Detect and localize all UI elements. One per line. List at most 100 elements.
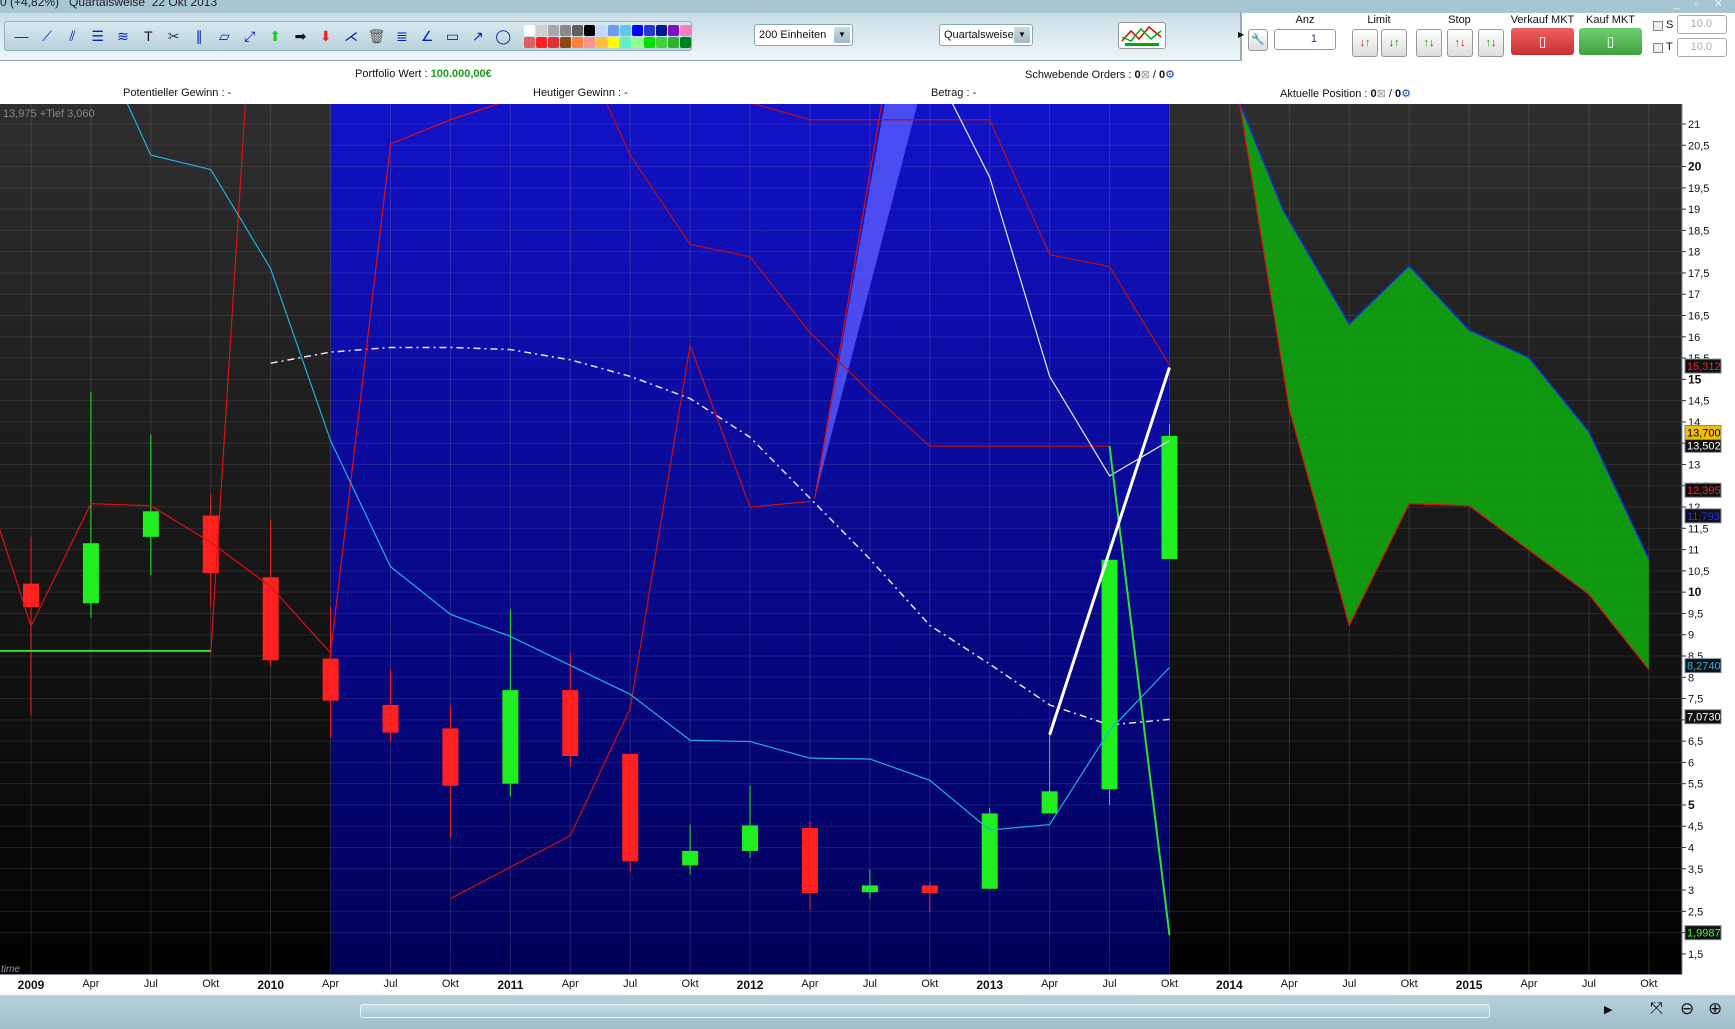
s-checkbox[interactable] xyxy=(1653,21,1663,31)
color-swatch[interactable] xyxy=(523,24,535,36)
price-chart[interactable]: 1,522,533,544,555,566,577,588,599,51010,… xyxy=(0,104,1735,974)
y-tick-label: 4 xyxy=(1688,843,1694,855)
color-swatch[interactable] xyxy=(607,36,619,48)
color-swatch[interactable] xyxy=(583,24,595,36)
s-value-input[interactable]: 10.0 xyxy=(1677,15,1727,34)
scrollbar-thumb[interactable] xyxy=(360,1004,1490,1018)
color-swatch[interactable] xyxy=(595,36,607,48)
wrench-icon[interactable]: 🔧 xyxy=(1248,29,1268,51)
x-tick-label: Jul xyxy=(1342,978,1357,990)
color-swatch[interactable] xyxy=(679,24,691,36)
arrow-up-icon[interactable]: ⬆ xyxy=(264,25,285,47)
x-tick-label: Okt xyxy=(202,978,220,990)
stop-label: Stop xyxy=(1448,14,1471,26)
fan-lines-icon[interactable]: ⫽ xyxy=(62,25,83,47)
title-bar: 0 (+4,82%) Quartalsweise 22 Okt 2013 _ ▫… xyxy=(0,0,1735,13)
horizontal-scrollbar[interactable]: ▶ ⤧ ⊖ ⊕ xyxy=(0,995,1735,1029)
portfolio-amount: 100.000,00€ xyxy=(430,68,492,80)
arrow-down-icon[interactable]: ⬇ xyxy=(315,25,336,47)
sell-market-button[interactable]: ▯ xyxy=(1511,28,1574,55)
x-tick-label: Apr xyxy=(561,978,579,990)
fib-extension-icon[interactable]: ≣ xyxy=(391,25,412,47)
x-tick-label: Jul xyxy=(1102,978,1117,990)
quantity-stepper[interactable]: 1 xyxy=(1274,29,1336,50)
color-swatch[interactable] xyxy=(631,36,643,48)
expand-arrow-icon[interactable]: ▶ xyxy=(1238,30,1244,39)
gear-icon[interactable]: ⚙ xyxy=(1401,88,1411,100)
color-swatch[interactable] xyxy=(571,24,583,36)
candle-up xyxy=(861,885,878,893)
color-swatch[interactable] xyxy=(679,36,691,48)
color-swatch[interactable] xyxy=(643,36,655,48)
color-swatch[interactable] xyxy=(667,36,679,48)
t-checkbox[interactable] xyxy=(1653,43,1663,53)
zoom-out-icon[interactable]: ⊖ xyxy=(1680,999,1694,1019)
indicator-chart-icon xyxy=(1121,25,1162,46)
trash-icon[interactable]: 🗑 xyxy=(366,25,387,47)
ellipse-icon[interactable]: ◯ xyxy=(493,25,514,47)
limit-sell-button[interactable]: ↓↑ xyxy=(1381,29,1407,57)
y-tick-label: 20,5 xyxy=(1688,140,1709,152)
color-swatch[interactable] xyxy=(583,36,595,48)
x-tick-label: Jul xyxy=(862,978,877,990)
color-swatch[interactable] xyxy=(559,36,571,48)
scroll-end-icon[interactable]: ▶ xyxy=(1604,1003,1612,1016)
indicator-button[interactable] xyxy=(1118,22,1166,49)
text-icon[interactable]: T xyxy=(138,25,159,47)
color-swatch[interactable] xyxy=(667,24,679,36)
x-tick-label: 2009 xyxy=(17,978,45,992)
close-orders-icon[interactable]: ⊠ xyxy=(1141,69,1150,81)
window-controls[interactable]: _ ▫ ✕ xyxy=(1674,0,1729,10)
rectangle-icon[interactable]: ▭ xyxy=(442,25,463,47)
color-swatch[interactable] xyxy=(595,24,607,36)
separator: / xyxy=(1149,69,1159,81)
ray-icon[interactable]: ↗ xyxy=(467,25,488,47)
color-swatch[interactable] xyxy=(535,36,547,48)
buy-market-button[interactable]: ▯ xyxy=(1579,28,1642,55)
info-bar: Portfolio Wert : 100.000,00€ Schwebende … xyxy=(0,61,1735,104)
color-swatch[interactable] xyxy=(535,24,547,36)
parallel-icon[interactable]: ∥ xyxy=(188,25,209,47)
color-swatch[interactable] xyxy=(631,24,643,36)
x-tick-label: Apr xyxy=(322,978,340,990)
stop-button-1[interactable]: ↑↓ xyxy=(1416,29,1442,57)
angle-icon[interactable]: ∠ xyxy=(417,25,438,47)
channel-icon[interactable]: ≋ xyxy=(112,25,133,47)
color-swatch[interactable] xyxy=(523,36,535,48)
stop-button-2[interactable]: ↑↓ xyxy=(1447,29,1473,57)
color-swatch[interactable] xyxy=(607,24,619,36)
color-swatch[interactable] xyxy=(547,24,559,36)
color-swatch[interactable] xyxy=(643,24,655,36)
color-swatch[interactable] xyxy=(655,24,667,36)
color-swatch[interactable] xyxy=(559,24,571,36)
period-select-value: Quartalsweise xyxy=(944,29,1014,41)
color-swatch[interactable] xyxy=(655,36,667,48)
stop-button-3[interactable]: ↑↓ xyxy=(1478,29,1504,57)
position-label: Aktuelle Position : xyxy=(1280,88,1371,100)
points-icon[interactable]: ⤢ xyxy=(239,25,260,47)
ruler-icon[interactable]: ▱ xyxy=(214,25,235,47)
zoom-fit-icon[interactable]: ⤧ xyxy=(1650,1000,1663,1018)
price-tag-label: 8,2740 xyxy=(1687,661,1721,673)
trend-line-icon[interactable]: ⟋ xyxy=(36,25,57,47)
period-select[interactable]: Quartalsweise ▼ xyxy=(939,24,1033,46)
close-position-icon[interactable]: ⊠ xyxy=(1377,88,1386,100)
horizontal-line-icon[interactable]: — xyxy=(11,25,32,47)
t-value-input[interactable]: 10.0 xyxy=(1677,38,1727,57)
limit-buy-button[interactable]: ↓↑ xyxy=(1352,29,1378,57)
settings-icon[interactable]: ✂ xyxy=(163,25,184,47)
color-swatch[interactable] xyxy=(547,36,559,48)
color-swatch[interactable] xyxy=(619,36,631,48)
units-select[interactable]: 200 Einheiten ▼ xyxy=(754,24,853,46)
color-swatch[interactable] xyxy=(571,36,583,48)
color-swatch[interactable] xyxy=(619,24,631,36)
arrow-right-icon[interactable]: ➡ xyxy=(290,25,311,47)
gear-icon[interactable]: ⚙ xyxy=(1165,69,1175,81)
candle-up xyxy=(1041,791,1058,814)
pitchfork-icon[interactable]: ⋌ xyxy=(340,25,361,47)
fibonacci-icon[interactable]: ☰ xyxy=(87,25,108,47)
zoom-in-icon[interactable]: ⊕ xyxy=(1708,999,1722,1019)
overlay-text: 13,975 +Tief 3,060 xyxy=(3,108,95,120)
candle-up xyxy=(142,511,159,537)
s-label: S xyxy=(1666,19,1674,31)
